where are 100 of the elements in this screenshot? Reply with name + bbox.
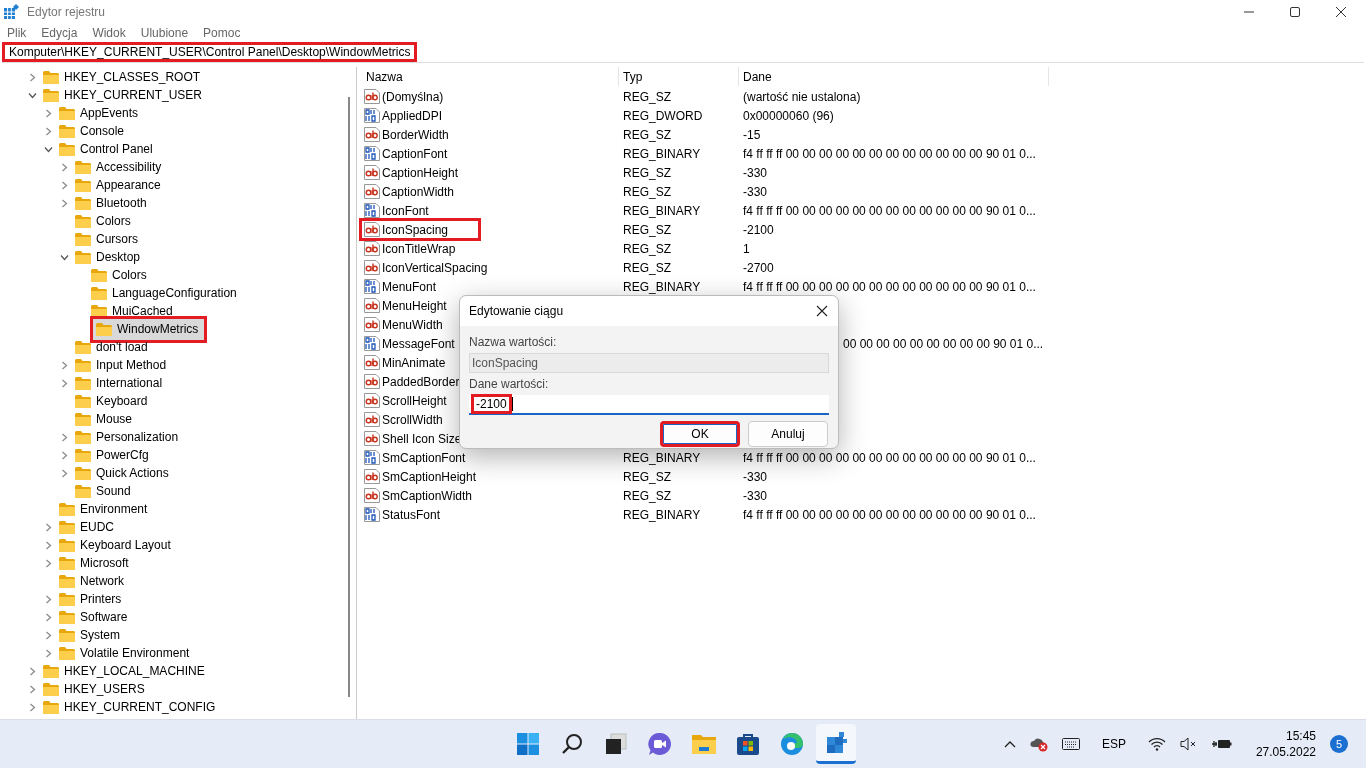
tree-item[interactable]: International bbox=[74, 374, 166, 392]
tree-item[interactable]: Appearance bbox=[74, 176, 164, 194]
tree-item[interactable]: Control Panel bbox=[58, 140, 156, 158]
tree-item[interactable]: HKEY_CLASSES_ROOT bbox=[42, 68, 204, 86]
close-icon[interactable] bbox=[816, 305, 828, 317]
collapse-chevron-icon[interactable] bbox=[60, 252, 69, 262]
expand-chevron-icon[interactable] bbox=[44, 630, 53, 640]
tree-item[interactable]: Accessibility bbox=[74, 158, 165, 176]
expand-chevron-icon[interactable] bbox=[44, 558, 53, 568]
tree-item[interactable]: Colors bbox=[90, 266, 150, 284]
speaker-muted-icon[interactable] bbox=[1179, 737, 1198, 751]
tree-item[interactable]: Volatile Environment bbox=[58, 644, 193, 662]
tree-item[interactable]: Input Method bbox=[74, 356, 170, 374]
table-cell-text: f4 ff ff ff 00 00 00 00 00 00 00 00 00 00 00 00 90 01 0... bbox=[742, 507, 1037, 522]
close-icon[interactable] bbox=[1335, 6, 1347, 18]
battery-charging-icon[interactable] bbox=[1211, 737, 1232, 751]
tree-item[interactable]: LanguageConfiguration bbox=[90, 284, 240, 302]
expand-chevron-icon[interactable] bbox=[28, 702, 37, 712]
cloud-error-icon[interactable] bbox=[1029, 736, 1048, 752]
menu-item[interactable]: Plik bbox=[7, 25, 27, 40]
collapse-chevron-icon[interactable] bbox=[28, 90, 37, 100]
table-cell-text: REG_SZ bbox=[622, 127, 672, 142]
address-bar[interactable]: Komputer\HKEY_CURRENT_USER\Control Panel\Desktop\WindowMetrics bbox=[2, 42, 418, 62]
expand-chevron-icon[interactable] bbox=[44, 612, 53, 622]
tree-item[interactable]: HKEY_CURRENT_USER bbox=[42, 86, 206, 104]
table-cell-text: REG_BINARY bbox=[622, 279, 702, 294]
cancel-button[interactable]: Anuluj bbox=[748, 421, 828, 447]
field-label: Dane wartości: bbox=[469, 377, 550, 391]
expand-chevron-icon[interactable] bbox=[44, 648, 53, 658]
menu-item[interactable]: Widok bbox=[92, 25, 126, 40]
ok-button[interactable]: OK bbox=[660, 421, 740, 447]
tree-item[interactable]: Quick Actions bbox=[74, 464, 172, 482]
table-cell-text: f4 ff ff ff 00 00 00 00 00 00 00 00 00 00 00 00 90 01 0... bbox=[742, 450, 1037, 465]
table-cell: 00 00 00 00 00 00 00 00 00 90 01 0... bbox=[843, 336, 1044, 351]
tree-item[interactable]: Keyboard bbox=[74, 392, 151, 410]
menu-item[interactable]: Pomoc bbox=[203, 25, 241, 40]
clock-time[interactable]: 15:45 bbox=[1285, 728, 1316, 744]
tree-item[interactable]: Environment bbox=[58, 500, 151, 518]
browser-icon bbox=[780, 732, 804, 756]
tree-item[interactable]: Desktop bbox=[74, 248, 144, 266]
expand-chevron-icon[interactable] bbox=[60, 198, 69, 208]
clock-date[interactable]: 27.05.2022 bbox=[1255, 744, 1316, 760]
column-header[interactable]: Typ bbox=[619, 67, 739, 86]
expand-chevron-icon[interactable] bbox=[44, 540, 53, 550]
tree-item[interactable]: Bluetooth bbox=[74, 194, 150, 212]
tree-item[interactable]: Microsoft bbox=[58, 554, 132, 572]
expand-chevron-icon[interactable] bbox=[60, 468, 69, 478]
folder-icon bbox=[691, 732, 717, 756]
menu-item[interactable]: Edycja bbox=[41, 25, 78, 40]
expand-chevron-icon[interactable] bbox=[60, 450, 69, 460]
table-cell-text: -330 bbox=[742, 184, 769, 199]
expand-chevron-icon[interactable] bbox=[60, 180, 69, 190]
tree-item[interactable]: Colors bbox=[74, 212, 134, 230]
tree-item[interactable]: EUDC bbox=[58, 518, 117, 536]
value-name-field[interactable]: IconSpacing bbox=[469, 353, 829, 373]
chevron-up-icon[interactable] bbox=[1003, 740, 1016, 748]
tree-item[interactable]: Software bbox=[58, 608, 131, 626]
tree-item[interactable]: Personalization bbox=[74, 428, 182, 446]
expand-chevron-icon[interactable] bbox=[44, 522, 53, 532]
value-name[interactable]: IconSpacing bbox=[359, 218, 482, 241]
notification-badge[interactable]: 5 bbox=[1330, 735, 1348, 753]
tree-item[interactable]: HKEY_CURRENT_CONFIG bbox=[42, 698, 219, 716]
tree-item[interactable]: System bbox=[58, 626, 123, 644]
tree-item[interactable]: Network bbox=[58, 572, 127, 590]
regedit-taskbar-button[interactable] bbox=[816, 724, 856, 764]
expand-chevron-icon[interactable] bbox=[28, 666, 37, 676]
tree-item[interactable]: Console bbox=[58, 122, 128, 140]
keyboard-icon[interactable] bbox=[1061, 738, 1080, 750]
column-header[interactable]: Dane bbox=[739, 67, 1049, 86]
scrollbar-thumb[interactable] bbox=[348, 97, 350, 697]
folder-icon bbox=[75, 340, 91, 354]
language-indicator[interactable]: ESP bbox=[1101, 737, 1126, 751]
tree-item[interactable]: HKEY_LOCAL_MACHINE bbox=[42, 662, 208, 680]
tree-item[interactable]: AppEvents bbox=[58, 104, 142, 122]
table-cell-text: -2100 bbox=[742, 222, 775, 237]
wifi-icon[interactable] bbox=[1147, 737, 1166, 751]
expand-chevron-icon[interactable] bbox=[60, 162, 69, 172]
expand-chevron-icon[interactable] bbox=[28, 72, 37, 82]
window-title: Edytor rejestru bbox=[27, 5, 106, 19]
tree-item[interactable]: Keyboard Layout bbox=[58, 536, 174, 554]
expand-chevron-icon[interactable] bbox=[44, 126, 53, 136]
tree-item[interactable]: Mouse bbox=[74, 410, 136, 428]
menu-item[interactable]: Ulubione bbox=[140, 25, 189, 40]
tree-item[interactable]: Printers bbox=[58, 590, 125, 608]
folder-icon bbox=[43, 664, 59, 678]
tree-item[interactable]: PowerCfg bbox=[74, 446, 152, 464]
tree-item[interactable]: HKEY_USERS bbox=[42, 680, 148, 698]
tree-item[interactable]: WindowMetrics bbox=[90, 315, 208, 343]
tree-item[interactable]: Cursors bbox=[74, 230, 141, 248]
column-header[interactable]: Nazwa bbox=[362, 67, 619, 86]
expand-chevron-icon[interactable] bbox=[60, 360, 69, 370]
expand-chevron-icon[interactable] bbox=[60, 432, 69, 442]
expand-chevron-icon[interactable] bbox=[28, 684, 37, 694]
tree-item[interactable]: Sound bbox=[74, 482, 134, 500]
maximize-icon[interactable] bbox=[1289, 6, 1301, 18]
expand-chevron-icon[interactable] bbox=[44, 108, 53, 118]
collapse-chevron-icon[interactable] bbox=[44, 144, 53, 154]
expand-chevron-icon[interactable] bbox=[60, 378, 69, 388]
expand-chevron-icon[interactable] bbox=[44, 594, 53, 604]
value-data-field[interactable]: -2100 bbox=[471, 394, 512, 414]
